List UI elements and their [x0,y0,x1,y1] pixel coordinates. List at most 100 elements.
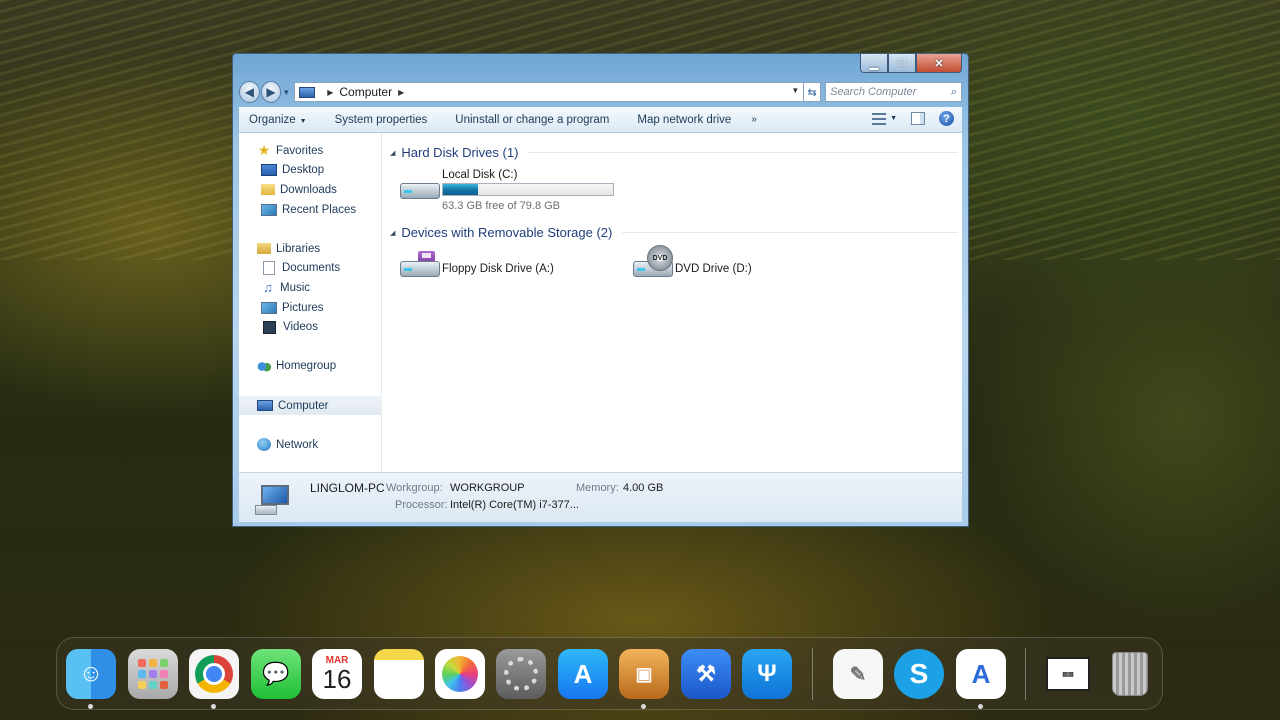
map-network-drive-button[interactable]: Map network drive [637,114,731,126]
system-preferences-icon[interactable] [496,649,546,699]
finder-icon[interactable]: ☺ [66,649,116,699]
preview-icon[interactable]: ▣ [619,649,669,699]
nav-pictures[interactable]: Pictures [239,298,381,318]
processor-label: Processor: [395,499,448,511]
nav-computer[interactable]: Computer [239,395,382,416]
fork-icon[interactable]: Ψ [742,649,792,699]
memory-label: Memory: [576,482,619,494]
drive-name: Local Disk (C:) [442,169,518,181]
breadcrumb-separator-icon[interactable]: ▶ [398,88,404,97]
nav-label: Libraries [276,242,321,255]
computer-icon [257,400,273,412]
nav-label: Favorites [276,144,324,157]
app-store-icon[interactable]: A [558,649,608,699]
nav-documents[interactable]: Documents [239,259,381,279]
nav-label: Desktop [282,164,325,177]
trash-icon[interactable] [1105,649,1155,699]
macos-dock: ☺ 💬 MAR 16 A ▣ ⚒ Ψ ✎ S A ▤▤ [56,637,1163,710]
running-indicator [978,704,983,709]
dock-separator [1025,648,1026,700]
calendar-icon[interactable]: MAR 16 [312,649,362,699]
address-row: ◀ ▶ ▼ ▶ Computer ▶ ▼ ⇆ Search Computer ⌕ [239,80,962,104]
view-options-icon [872,112,887,125]
address-dropdown-icon[interactable]: ▼ [791,86,799,95]
libraries-icon [257,243,271,255]
screenshot-icon[interactable]: ▤▤ [1043,649,1093,699]
refresh-icon: ⇆ [807,86,817,99]
documents-icon [263,261,275,276]
memory-value: 4.00 GB [623,482,664,494]
window-controls: ▁ □ ✕ [860,54,962,73]
nav-homegroup[interactable]: Homegroup [239,357,381,377]
maximize-button[interactable]: □ [888,54,916,73]
dock-separator [812,648,813,700]
chrome-icon[interactable] [189,649,239,699]
minimize-icon: ▁ [869,57,879,70]
navigation-pane[interactable]: ★ Favorites Desktop Downloads Recent Plac… [239,133,382,472]
breadcrumb-computer[interactable]: Computer [339,85,392,99]
breadcrumb-separator-icon[interactable]: ▶ [327,88,333,97]
dvd-drive-icon: DVD [631,245,673,281]
nav-desktop[interactable]: Desktop [239,161,381,181]
maximize-icon: □ [898,57,906,69]
calendar-day: 16 [322,663,352,694]
minimize-button[interactable]: ▁ [860,54,888,73]
address-bar[interactable]: ▶ Computer ▶ ▼ [294,82,805,102]
disk-usage-bar [442,183,614,196]
system-properties-button[interactable]: System properties [335,114,428,126]
command-bar-right: ▼ ? [872,111,954,126]
forward-button[interactable]: ▶ [260,81,282,103]
nav-favorites[interactable]: ★ Favorites [239,141,381,161]
nav-downloads[interactable]: Downloads [239,180,381,200]
collapse-triangle-icon[interactable]: ◢ [390,149,395,157]
organize-label: Organize [249,113,296,126]
refresh-button[interactable]: ⇆ [804,82,822,102]
help-icon[interactable]: ? [939,111,954,126]
nav-network[interactable]: Network [239,435,381,455]
running-indicator [88,704,93,709]
preview-pane-icon[interactable] [911,112,925,125]
chevron-down-icon: ▼ [890,115,897,122]
back-button[interactable]: ◀ [239,81,260,103]
more-commands-button[interactable]: » [751,114,757,125]
change-view-button[interactable]: ▼ [872,112,897,125]
nav-label: Recent Places [282,203,357,216]
hard-disk-icon [398,173,440,203]
homegroup-icon [257,359,271,373]
messages-icon[interactable]: 💬 [251,649,301,699]
close-button[interactable]: ✕ [916,54,962,73]
nav-label: Music [280,281,311,294]
recent-pages-dropdown[interactable]: ▼ [282,88,290,97]
photos-icon[interactable] [435,649,485,699]
search-input[interactable]: Search Computer ⌕ [825,82,962,102]
uninstall-program-button[interactable]: Uninstall or change a program [455,114,609,126]
instruments-icon[interactable]: A [956,649,1006,699]
drive-name: DVD Drive (D:) [675,263,752,275]
nav-label: Computer [278,399,329,412]
nav-label: Documents [282,262,341,275]
details-pane: LINGLOM-PC Workgroup: WORKGROUP Memory: … [239,472,962,522]
notes-icon[interactable] [374,649,424,699]
textedit-icon[interactable]: ✎ [833,649,883,699]
group-header-hard-disks[interactable]: ◢ Hard Disk Drives (1) [390,145,959,160]
collapse-triangle-icon[interactable]: ◢ [390,229,395,237]
nav-label: Videos [283,321,318,334]
nav-recent-places[interactable]: Recent Places [239,200,381,220]
workgroup-value: WORKGROUP [450,482,525,494]
command-bar: Organize ▼ System properties Uninstall or… [239,107,962,133]
running-indicator [641,704,646,709]
xcode-icon[interactable]: ⚒ [681,649,731,699]
processor-value: Intel(R) Core(TM) i7-377... [450,499,579,511]
floppy-drive-icon [398,251,440,281]
recent-places-icon [261,203,277,216]
drives-view: ◢ Hard Disk Drives (1) Local Disk (C:) 6… [382,133,962,472]
music-icon: ♫ [263,280,273,296]
nav-libraries[interactable]: Libraries [239,239,381,259]
nav-videos[interactable]: Videos [239,317,381,337]
launchpad-icon[interactable] [128,649,178,699]
nav-music[interactable]: ♫ Music [239,278,381,298]
group-header-removable[interactable]: ◢ Devices with Removable Storage (2) [390,225,959,240]
organize-menu[interactable]: Organize ▼ [249,114,307,126]
skype-icon[interactable]: S [894,649,944,699]
